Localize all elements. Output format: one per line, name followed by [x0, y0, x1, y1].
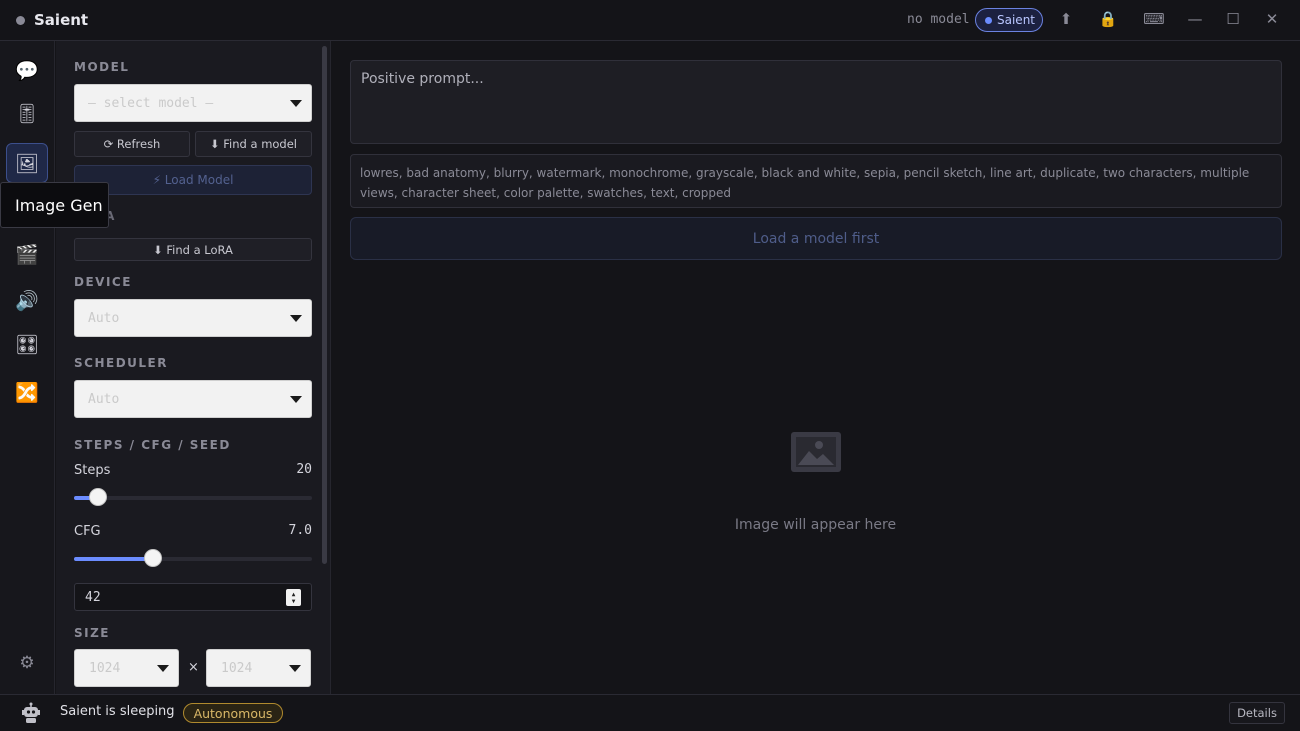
image-placeholder-icon	[791, 432, 841, 472]
model-section-label: MODEL	[74, 60, 130, 74]
status-dot	[16, 16, 25, 25]
pill-label: Saient	[997, 13, 1035, 27]
pill-dot-icon	[985, 16, 992, 24]
refresh-button[interactable]: ⟳ Refresh	[74, 131, 190, 157]
status-text: Saient is sleeping	[60, 704, 175, 719]
scheduler-section-label: SCHEDULER	[74, 356, 168, 370]
image-placeholder-text: Image will appear here	[734, 517, 897, 533]
steps-cfg-seed-section-label: STEPS / CFG / SEED	[74, 438, 231, 452]
cfg-slider[interactable]	[74, 549, 312, 567]
model-select[interactable]: — select model —	[74, 84, 312, 122]
seed-input[interactable]: 42 ▲ ▼	[74, 583, 312, 611]
chevron-down-icon	[290, 396, 302, 403]
height-value: 1024	[221, 660, 253, 676]
chevron-down-icon	[289, 665, 301, 672]
robot-icon	[22, 702, 40, 723]
seed-value: 42	[85, 589, 101, 605]
steps-slider-thumb[interactable]	[89, 488, 107, 506]
close-icon[interactable]: ✕	[1261, 10, 1283, 28]
model-status: no model	[907, 12, 970, 27]
generate-button[interactable]: Load a model first	[350, 217, 1282, 260]
chevron-down-icon	[290, 100, 302, 107]
nav-apps-icon[interactable]: 🎛	[6, 324, 48, 364]
height-select[interactable]: 1024	[206, 649, 311, 687]
scheduler-select-value: Auto	[88, 391, 120, 407]
width-value: 1024	[89, 660, 121, 676]
load-model-button[interactable]: ⚡ Load Model	[74, 165, 312, 195]
width-select[interactable]: 1024	[74, 649, 179, 687]
nav-server-icon[interactable]: 🎚	[6, 93, 48, 133]
device-select-value: Auto	[88, 310, 120, 326]
model-select-value: — select model —	[88, 95, 214, 111]
maximize-icon[interactable]: ☐	[1222, 10, 1244, 28]
steps-label: Steps	[74, 463, 111, 478]
nav-image-gen-icon[interactable]: 🖼	[6, 143, 48, 183]
chevron-up-icon[interactable]: ▲	[292, 591, 296, 598]
nav-shuffle-icon[interactable]: 🔀	[6, 372, 48, 412]
cfg-value: 7.0	[288, 523, 312, 538]
device-select[interactable]: Auto	[74, 299, 312, 337]
device-section-label: DEVICE	[74, 275, 132, 289]
nav-chat-icon[interactable]: 💬	[6, 50, 48, 90]
settings-gear-icon[interactable]: ⚙	[6, 643, 48, 683]
keyboard-icon[interactable]: ⌨	[1142, 10, 1166, 28]
chevron-down-icon	[290, 315, 302, 322]
details-button[interactable]: Details	[1229, 702, 1285, 724]
nav-tooltip: Image Gen	[0, 182, 109, 228]
negative-prompt-input[interactable]: lowres, bad anatomy, blurry, watermark, …	[350, 154, 1282, 208]
nav-rail: 💬 🎚 🖼 🎞 🎬 🔊 🎛 🔀 ⚙	[0, 41, 55, 694]
scheduler-select[interactable]: Auto	[74, 380, 312, 418]
lock-icon[interactable]: 🔒	[1097, 10, 1119, 28]
positive-prompt-input[interactable]: Positive prompt...	[350, 60, 1282, 144]
cfg-label: CFG	[74, 524, 101, 539]
agent-pill[interactable]: Saient	[975, 8, 1043, 32]
upload-icon[interactable]: ⬆	[1055, 10, 1077, 28]
seed-stepper[interactable]: ▲ ▼	[286, 589, 301, 606]
find-model-button[interactable]: ⬇ Find a model	[195, 131, 312, 157]
nav-film-icon[interactable]: 🎬	[6, 234, 48, 274]
title-bar: Saient no model Saient ⬆ 🔒 ⌨ — ☐ ✕	[0, 0, 1300, 41]
chevron-down-icon[interactable]: ▼	[292, 598, 296, 605]
cfg-slider-thumb[interactable]	[144, 549, 162, 567]
minimize-icon[interactable]: —	[1184, 10, 1206, 28]
app-title: Saient	[34, 11, 89, 29]
settings-scrollbar[interactable]	[322, 46, 327, 564]
size-section-label: SIZE	[74, 626, 111, 640]
size-separator: ×	[188, 660, 199, 675]
find-lora-button[interactable]: ⬇ Find a LoRA	[74, 238, 312, 261]
chevron-down-icon	[157, 665, 169, 672]
steps-value: 20	[296, 462, 312, 477]
mode-badge[interactable]: Autonomous	[183, 703, 283, 723]
steps-slider[interactable]	[74, 488, 312, 506]
cfg-slider-fill	[74, 557, 153, 561]
nav-audio-icon[interactable]: 🔊	[6, 280, 48, 320]
